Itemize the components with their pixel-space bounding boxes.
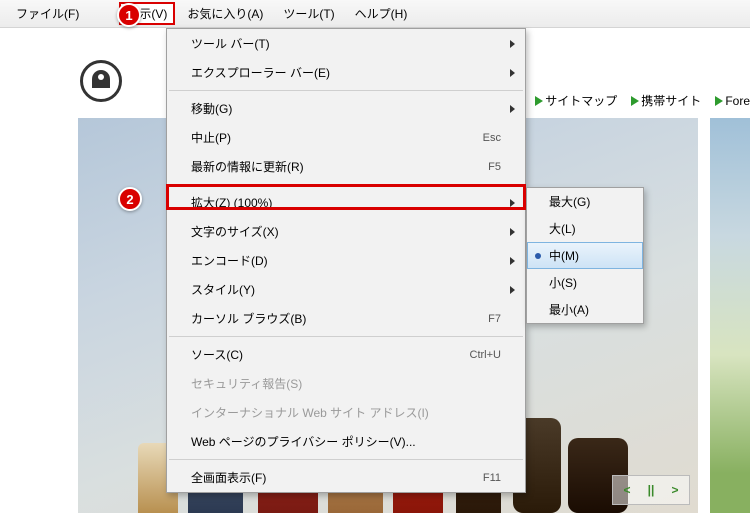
header-links: サイトマップ 携帯サイト Fore (535, 92, 750, 109)
sm-label: 最大(G) (549, 195, 590, 209)
menu-security-report: セキュリティ報告(S) (167, 369, 525, 398)
dd-label: カーソル ブラウズ(B) (191, 310, 306, 327)
link-sitemap[interactable]: サイトマップ (535, 92, 617, 109)
link-label: サイトマップ (545, 92, 617, 109)
carousel-pause-button[interactable]: || (641, 480, 661, 500)
menu-toolbars[interactable]: ツール バー(T) (167, 29, 525, 58)
dd-label: セキュリティ報告(S) (191, 375, 302, 392)
separator (169, 90, 523, 91)
menu-privacy-policy[interactable]: Web ページのプライバシー ポリシー(V)... (167, 427, 525, 456)
link-mobile[interactable]: 携帯サイト (631, 92, 701, 109)
separator (169, 459, 523, 460)
menu-help[interactable]: ヘルプ(H) (347, 2, 416, 25)
link-label: Fore (725, 94, 750, 108)
dd-label: 移動(G) (191, 100, 232, 117)
textsize-smaller[interactable]: 小(S) (527, 269, 643, 296)
site-logo-icon (80, 60, 122, 102)
dd-label: スタイル(Y) (191, 281, 255, 298)
dd-label: 中止(P) (191, 129, 231, 146)
dd-label: Web ページのプライバシー ポリシー(V)... (191, 433, 416, 450)
callout-2: 2 (118, 187, 142, 211)
dd-label: エクスプローラー バー(E) (191, 64, 330, 81)
view-dropdown: ツール バー(T) エクスプローラー バー(E) 移動(G) 中止(P)Esc … (166, 28, 526, 493)
menu-source[interactable]: ソース(C) Ctrl+U (167, 340, 525, 369)
menu-text-size[interactable]: 文字のサイズ(X) (167, 217, 525, 246)
textsize-smallest[interactable]: 最小(A) (527, 296, 643, 323)
textsize-larger[interactable]: 大(L) (527, 215, 643, 242)
sm-label: 最小(A) (549, 303, 589, 317)
menu-encoding[interactable]: エンコード(D) (167, 246, 525, 275)
separator (169, 336, 523, 337)
menu-caret-browse[interactable]: カーソル ブラウズ(B) F7 (167, 304, 525, 333)
carousel-controls: < || > (612, 475, 690, 505)
menu-goto[interactable]: 移動(G) (167, 94, 525, 123)
dd-label: 文字のサイズ(X) (191, 223, 279, 240)
menu-intl-address: インターナショナル Web サイト アドレス(I) (167, 398, 525, 427)
textsize-medium[interactable]: 中(M) (527, 242, 643, 269)
dd-shortcut: F5 (488, 161, 501, 173)
radio-icon (535, 253, 541, 259)
menu-style[interactable]: スタイル(Y) (167, 275, 525, 304)
separator (169, 184, 523, 185)
textsize-largest[interactable]: 最大(G) (527, 188, 643, 215)
dd-shortcut: F11 (483, 472, 501, 484)
carousel-prev-button[interactable]: < (617, 480, 637, 500)
dd-label: 最新の情報に更新(R) (191, 158, 304, 175)
dd-label: エンコード(D) (191, 252, 268, 269)
dd-label: 拡大(Z) (100%) (191, 194, 272, 211)
text-size-submenu: 最大(G) 大(L) 中(M) 小(S) 最小(A) (526, 187, 644, 324)
dd-shortcut: Ctrl+U (470, 349, 501, 361)
dd-shortcut: Esc (483, 132, 501, 144)
dd-label: ソース(C) (191, 346, 243, 363)
sm-label: 大(L) (549, 222, 576, 236)
menu-stop[interactable]: 中止(P) Esc (167, 123, 525, 152)
sm-label: 中(M) (549, 249, 579, 263)
sm-label: 小(S) (549, 276, 577, 290)
menu-refresh[interactable]: 最新の情報に更新(R) F5 (167, 152, 525, 181)
dd-shortcut: F7 (488, 313, 501, 325)
menu-zoom[interactable]: 拡大(Z) (100%) (167, 188, 525, 217)
link-foreign[interactable]: Fore (715, 92, 750, 109)
menu-explorer-bars[interactable]: エクスプローラー バー(E) (167, 58, 525, 87)
menu-favorites[interactable]: お気に入り(A) (179, 2, 271, 25)
callout-1: 1 (117, 3, 141, 27)
carousel-next-button[interactable]: > (665, 480, 685, 500)
side-image (710, 118, 750, 513)
menu-fullscreen[interactable]: 全画面表示(F) F11 (167, 463, 525, 492)
menu-file[interactable]: ファイル(F) (8, 2, 87, 25)
menu-tools[interactable]: ツール(T) (275, 2, 342, 25)
link-label: 携帯サイト (641, 92, 701, 109)
menubar: ファイル(F) 表示(V) お気に入り(A) ツール(T) ヘルプ(H) (0, 0, 750, 28)
dd-label: 全画面表示(F) (191, 469, 266, 486)
dd-label: ツール バー(T) (191, 35, 270, 52)
dd-label: インターナショナル Web サイト アドレス(I) (191, 404, 429, 421)
